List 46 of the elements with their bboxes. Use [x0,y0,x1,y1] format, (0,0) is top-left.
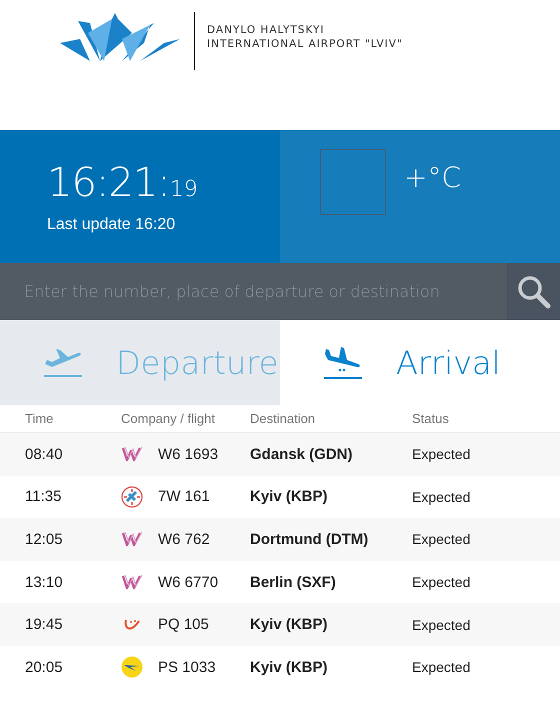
search-icon [516,274,550,308]
airline-logo-icon [121,445,143,464]
airline-logo-icon [121,656,143,678]
destination-cell-text: Berlin (SXF) [250,574,337,591]
takeoff-icon [44,348,82,378]
destination-cell-text: Dortmund (DTM) [250,530,370,548]
time-cell-text: 20:05 [25,658,64,676]
status-cell-text: Expected [412,659,472,676]
flight-number: W6 1693 [158,446,218,463]
flight-number: 7W 161 [158,488,210,506]
clock-time: 16:21: [47,160,170,206]
status-cell-text: Expected [412,574,472,590]
time-cell-text: 12:05 [25,530,64,548]
column-header: Company / flight [121,411,216,426]
flight-number: W6 762 [158,530,210,548]
clock-seconds: 19 [170,177,198,202]
airline-logo-icon [121,573,143,592]
destination-cell-text: Gdansk (GDN) [250,446,354,463]
time-cell-text: 11:35 [25,488,62,506]
airline-logo-icon [121,530,143,548]
temperature: +°C [404,161,462,194]
column-header: Status [412,411,450,426]
airline-logo-icon [121,486,143,508]
status-cell-text: Expected [412,616,472,633]
destination-cell-text: Kyiv (KBP) [250,488,329,506]
column-header: Time [25,411,54,426]
airport-name: DANYLO HALYTSKYI [207,24,326,36]
last-update-text: Last update 16:20 [47,216,176,234]
search-button[interactable] [507,263,560,320]
time-cell-text: 13:10 [25,574,64,591]
flight-number: W6 6770 [158,574,218,591]
time-cell-text: 19:45 [25,616,64,634]
landing-icon [324,346,362,380]
destination-cell-text: Kyiv (KBP) [250,616,329,634]
time-cell-text: 08:40 [25,446,64,463]
flight-number: PQ 105 [158,616,209,634]
column-header: Destination [250,411,316,426]
status-cell-text: Expected [412,531,472,548]
search-field[interactable]: Enter the number, place of departure or destination [0,263,507,320]
crown-logo-icon [60,13,182,63]
weather-icon-frame [320,149,386,215]
destination-cell-text: Kyiv (KBP) [250,658,329,676]
airport-name: INTERNATIONAL AIRPORT "LVIV" [207,38,403,50]
status-cell-text: Expected [412,488,472,505]
flight-number: PS 1033 [158,658,216,676]
status-cell-text: Expected [412,446,472,462]
